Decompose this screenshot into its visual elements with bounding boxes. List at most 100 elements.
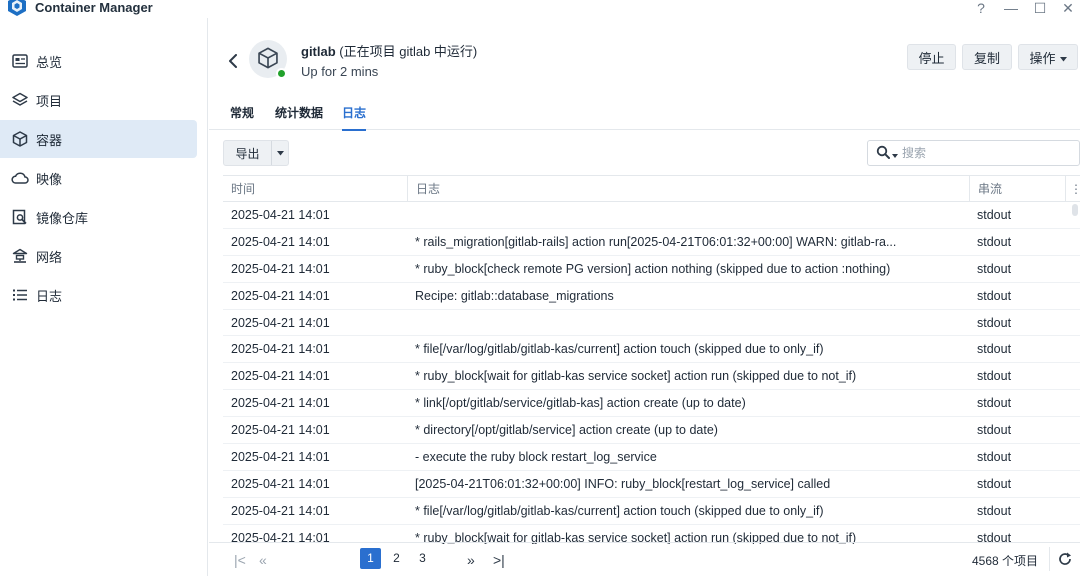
log-stream-cell: stdout [977, 315, 1012, 330]
log-stream-cell: stdout [977, 342, 1012, 357]
registry-search-icon [11, 208, 29, 226]
search-box[interactable] [867, 140, 1080, 166]
log-time-cell: 2025-04-21 14:01 [231, 423, 330, 438]
table-row[interactable]: 2025-04-21 14:01 * file[/var/log/gitlab/g… [223, 498, 1080, 525]
overview-icon [11, 52, 29, 70]
log-message-cell: * rails_migration[gitlab-rails] action r… [415, 234, 897, 249]
tab-statistics[interactable]: 统计数据 [275, 104, 323, 128]
search-icon[interactable] [876, 145, 890, 162]
log-time-cell: 2025-04-21 14:01 [231, 476, 330, 491]
caret-down-icon[interactable] [892, 146, 898, 161]
log-stream-cell: stdout [977, 503, 1012, 518]
log-time-cell: 2025-04-21 14:01 [231, 450, 330, 465]
log-message-cell: - execute the ruby block restart_log_ser… [415, 450, 657, 465]
main-panel: gitlab (正在项目 gitlab 中运行) Up for 2 mins 停… [209, 18, 1080, 576]
table-row[interactable]: 2025-04-21 14:01 Recipe: gitlab::database… [223, 283, 1080, 310]
caret-down-icon [1059, 50, 1067, 65]
table-row[interactable]: 2025-04-21 14:01 * rails_migration[gitlab… [223, 229, 1080, 256]
sidebar-item-container[interactable]: 容器 [0, 120, 197, 158]
table-row[interactable]: 2025-04-21 14:01 * link[/opt/gitlab/servi… [223, 390, 1080, 418]
export-label[interactable]: 导出 [224, 141, 272, 165]
log-message-cell: * file[/var/log/gitlab/gitlab-kas/curren… [415, 342, 824, 357]
last-page-icon[interactable]: >| [493, 553, 505, 567]
log-message-cell: * file[/var/log/gitlab/gitlab-kas/curren… [415, 503, 824, 518]
table-row[interactable]: 2025-04-21 14:01 * directory[/opt/gitlab/… [223, 417, 1080, 445]
sidebar-item-label: 网络 [36, 249, 63, 265]
table-row[interactable]: 2025-04-21 14:01 * file[/var/log/gitlab/g… [223, 336, 1080, 364]
minimize-button[interactable]: — [1002, 0, 1020, 16]
sidebar-item-label: 映像 [36, 171, 63, 187]
export-button[interactable]: 导出 [223, 140, 289, 166]
refresh-icon[interactable] [1056, 550, 1074, 568]
tab-general[interactable]: 常规 [230, 104, 254, 128]
log-stream-cell: stdout [977, 450, 1012, 465]
container-uptime: Up for 2 mins [301, 64, 379, 79]
sidebar-item-registry[interactable]: 镜像仓库 [0, 198, 197, 236]
column-options-icon[interactable]: ⋮ [1065, 176, 1080, 202]
vertical-scrollbar[interactable] [1070, 202, 1080, 544]
previous-page-icon[interactable]: « [259, 553, 267, 567]
log-stream-cell: stdout [977, 369, 1012, 384]
log-time-cell: 2025-04-21 14:01 [231, 369, 330, 384]
log-time-cell: 2025-04-21 14:01 [231, 503, 330, 518]
table-row[interactable]: 2025-04-21 14:01 stdout [223, 202, 1080, 229]
log-time-cell: 2025-04-21 14:01 [231, 396, 330, 411]
tab-bar: 常规 统计数据 日志 [209, 102, 1080, 131]
project-layers-icon [11, 91, 29, 109]
back-chevron-icon[interactable] [225, 52, 241, 70]
sidebar-item-label: 日志 [36, 288, 63, 304]
app-window: Container Manager ? — ☐ ✕ 总览 项目 容器 映像 镜像… [0, 0, 1080, 576]
log-stream-cell: stdout [977, 288, 1012, 303]
sidebar-item-project[interactable]: 项目 [0, 81, 197, 119]
close-button[interactable]: ✕ [1059, 0, 1077, 16]
sidebar-item-label: 镜像仓库 [36, 210, 89, 226]
tab-log[interactable]: 日志 [342, 104, 367, 131]
column-header-log[interactable]: 日志 [407, 176, 967, 202]
network-icon [11, 247, 29, 265]
container-name: gitlab [301, 44, 336, 59]
action-label: 操作 [1029, 50, 1056, 66]
table-row[interactable]: 2025-04-21 14:01 * ruby_block[wait for gi… [223, 363, 1080, 391]
page-button-3[interactable]: 3 [412, 548, 433, 569]
app-title: Container Manager [35, 0, 153, 15]
help-button[interactable]: ? [972, 0, 990, 16]
stop-button[interactable]: 停止 [907, 44, 956, 70]
log-time-cell: 2025-04-21 14:01 [231, 234, 330, 249]
title-bar: Container Manager ? — ☐ ✕ [0, 0, 1080, 18]
sidebar-item-network[interactable]: 网络 [0, 237, 197, 275]
log-message-cell: * ruby_block[check remote PG version] ac… [415, 261, 891, 276]
maximize-button[interactable]: ☐ [1031, 0, 1049, 16]
pagination-bar: |< « 1 2 3 » >| 4568 个项目 [209, 542, 1080, 576]
copy-button[interactable]: 复制 [962, 44, 1012, 70]
log-time-cell: 2025-04-21 14:01 [231, 208, 330, 222]
table-row[interactable]: 2025-04-21 14:01 stdout [223, 310, 1080, 337]
table-row[interactable]: 2025-04-21 14:01 - execute the ruby block… [223, 444, 1080, 471]
sidebar-item-image[interactable]: 映像 [0, 159, 197, 197]
next-page-icon[interactable]: » [467, 553, 475, 567]
column-header-time[interactable]: 时间 [223, 176, 407, 202]
table-row[interactable]: 2025-04-21 14:01 [2025-04-21T06:01:32+00:… [223, 471, 1080, 498]
container-manager-logo-icon [8, 0, 26, 16]
log-message-cell: [2025-04-21T06:01:32+00:00] INFO: ruby_b… [415, 476, 831, 491]
column-header-stream[interactable]: 串流 [969, 176, 1065, 202]
log-list-icon [11, 286, 29, 304]
sidebar-item-label: 容器 [36, 132, 63, 148]
sidebar-item-overview[interactable]: 总览 [0, 42, 197, 80]
first-page-icon[interactable]: |< [234, 553, 246, 567]
log-message-cell: Recipe: gitlab::database_migrations [415, 288, 614, 303]
caret-down-icon[interactable] [272, 141, 288, 165]
sidebar-item-label: 项目 [36, 93, 63, 109]
table-row[interactable]: 2025-04-21 14:01 * ruby_block[check remot… [223, 256, 1080, 283]
log-message-cell: * directory[/opt/gitlab/service] action … [415, 423, 718, 438]
scrollbar-thumb[interactable] [1072, 204, 1078, 216]
sidebar-item-log[interactable]: 日志 [0, 276, 197, 314]
table-header: 时间 日志 串流 ⋮ [223, 175, 1080, 202]
running-status-dot [276, 68, 287, 79]
page-button-2[interactable]: 2 [386, 548, 407, 569]
log-stream-cell: stdout [977, 423, 1012, 438]
search-input[interactable] [902, 146, 1052, 160]
log-time-cell: 2025-04-21 14:01 [231, 315, 330, 330]
page-button-1[interactable]: 1 [360, 548, 381, 569]
action-menu-button[interactable]: 操作 [1018, 44, 1078, 70]
container-cube-icon [257, 47, 279, 72]
